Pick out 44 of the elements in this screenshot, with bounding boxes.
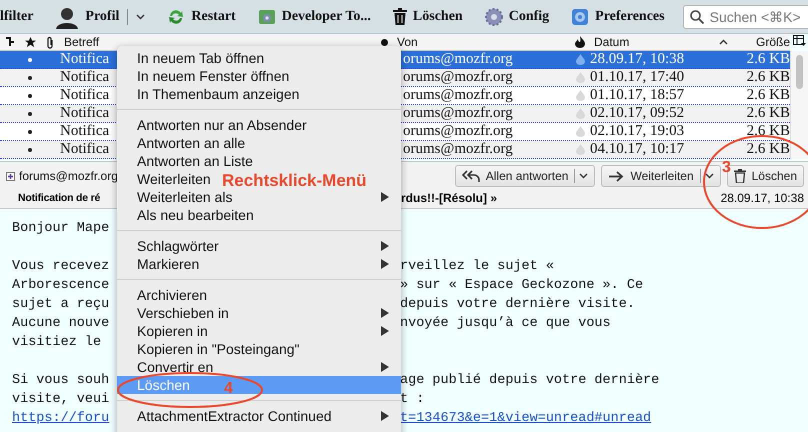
body-text: visite, veui <box>12 392 110 407</box>
sender-cell-text: orums@mozfr.org <box>402 123 513 140</box>
body-text: Aucune nouve <box>12 316 110 331</box>
subject-cell: Notifica <box>60 105 110 122</box>
body-text: Si vous souh <box>12 373 110 388</box>
date-cell: 01.10.17, 18:57 <box>590 87 684 104</box>
subject-text: Notification de ré <box>18 192 100 204</box>
size-cell: 2.6 KB <box>746 87 790 104</box>
body-text: Vous recevez <box>12 259 110 274</box>
subject-cell: Notifica <box>60 69 110 86</box>
sender-cell-text: orums@mozfr.org <box>402 141 513 158</box>
body-text: nvoyée jusqu’à ce que vous <box>400 316 611 331</box>
body-text: sujet a reçu <box>12 297 110 312</box>
date-cell: 02.10.17, 09:52 <box>590 105 684 122</box>
message-date: 28.09.17, 10:38 <box>720 191 804 205</box>
size-cell: 2.6 KB <box>746 123 790 140</box>
date-cell: 02.10.17, 19:03 <box>590 123 684 140</box>
date-cell: 04.10.17, 10:17 <box>590 141 684 158</box>
sender-address: forums@mozfr.org <box>19 169 118 183</box>
annotation-number: 4 <box>224 381 233 397</box>
body-text: t : <box>400 392 424 407</box>
sender-cell-text: orums@mozfr.org <box>402 51 513 68</box>
annotation-label: Rechtsklick-Menü <box>222 172 367 189</box>
body-text: Arborescence <box>12 278 110 293</box>
body-text: » sur « Espace Geckozone ». Ce <box>400 278 644 293</box>
subject-cell: Notifica <box>60 87 110 104</box>
sender-cell-text: orums@mozfr.org <box>402 105 513 122</box>
subject-cell: Notifica <box>60 51 110 68</box>
date-cell: 01.10.17, 17:40 <box>590 69 684 86</box>
sender-cell-text: orums@mozfr.org <box>402 87 513 104</box>
body-text: age publié depuis votre dernière <box>400 373 660 388</box>
body-text: Bonjour Mape <box>12 221 110 236</box>
date-cell: 28.09.17, 10:38 <box>590 51 684 68</box>
body-text: depuis votre dernière visite. <box>400 297 635 312</box>
size-cell: 2.6 KB <box>746 51 790 68</box>
body-text: visitiez le <box>12 335 102 350</box>
subject-cell: Notifica <box>60 141 110 158</box>
sender-cell-text: orums@mozfr.org <box>402 69 513 86</box>
size-cell: 2.6 KB <box>746 105 790 122</box>
body-text: rveillez le sujet « <box>400 259 554 274</box>
subject-text: rdus!!-[Résolu] » <box>401 191 497 205</box>
size-cell: 2.6 KB <box>746 69 790 86</box>
subject-cell: Notifica <box>60 123 110 140</box>
size-cell: 2.6 KB <box>746 141 790 158</box>
